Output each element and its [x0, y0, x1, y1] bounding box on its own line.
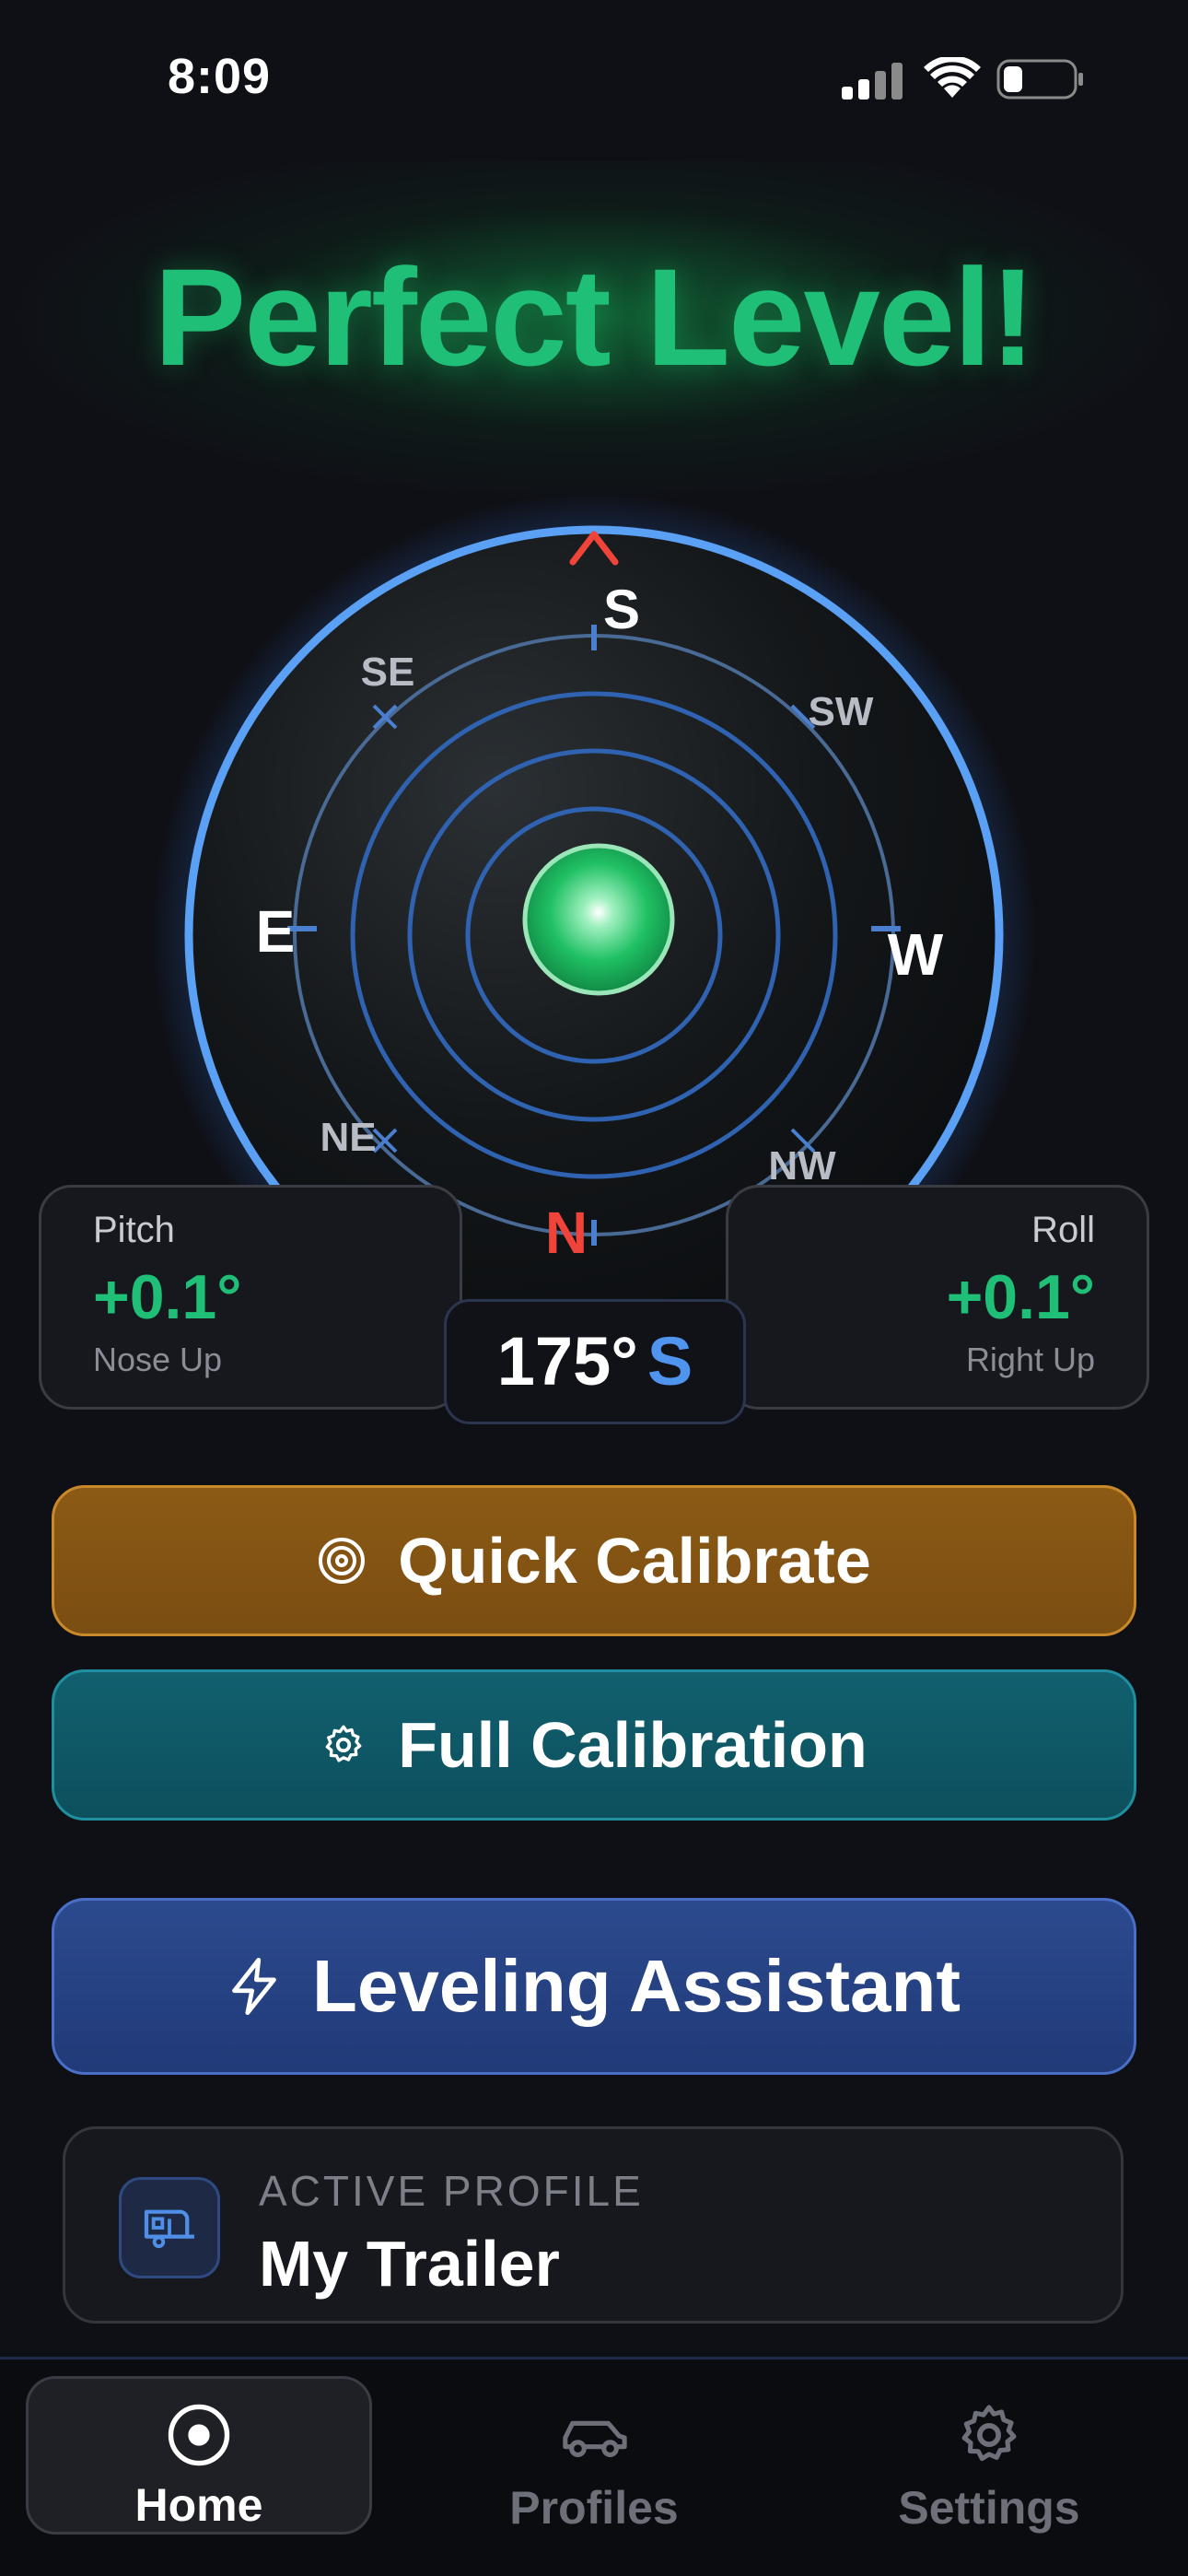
- full-calibration-label: Full Calibration: [398, 1709, 868, 1781]
- pitch-card: Pitch +0.1° Nose Up: [39, 1185, 462, 1410]
- tab-home[interactable]: Home: [26, 2376, 372, 2535]
- tab-profiles[interactable]: Profiles: [421, 2376, 767, 2535]
- active-profile-caption: ACTIVE PROFILE: [259, 2167, 644, 2215]
- active-profile-name: My Trailer: [259, 2228, 560, 2300]
- battery-icon: [996, 59, 1083, 100]
- pitch-value: +0.1°: [93, 1262, 242, 1332]
- tab-settings-label: Settings: [898, 2482, 1080, 2534]
- tab-bar: Home Profiles Settings: [0, 2357, 1188, 2576]
- full-calibration-button[interactable]: Full Calibration: [52, 1669, 1136, 1821]
- profile-icon-box: [119, 2177, 220, 2278]
- car-icon: [563, 2420, 627, 2457]
- status-time: 8:09: [168, 49, 272, 104]
- roll-direction: Right Up: [965, 1341, 1095, 1378]
- level-status-headline: Perfect Level!: [154, 240, 1036, 394]
- heading-degrees: 175°: [496, 1323, 638, 1399]
- target-icon: [319, 1538, 366, 1584]
- roll-value: +0.1°: [946, 1262, 1095, 1332]
- gear-icon: [325, 1725, 362, 1762]
- leveling-assistant-button[interactable]: Leveling Assistant: [52, 1898, 1136, 2075]
- tab-home-label: Home: [134, 2479, 263, 2531]
- heading-readout: 175° S: [444, 1299, 746, 1424]
- dir-label-e: E: [256, 898, 296, 965]
- dir-label-s: S: [603, 579, 640, 640]
- heading-direction: S: [646, 1323, 693, 1399]
- lightning-icon: [232, 1958, 276, 2015]
- active-profile-card[interactable]: ACTIVE PROFILE My Trailer: [63, 2126, 1124, 2324]
- dir-label-se: SE: [361, 650, 415, 695]
- dir-label-ne: NE: [320, 1115, 376, 1160]
- app-screen: 8:09 Perfect Level! S SW W NW N NE E SE …: [0, 0, 1188, 2576]
- dir-label-n: N: [545, 1200, 588, 1266]
- status-bar: 8:09: [0, 0, 1188, 157]
- quick-calibrate-label: Quick Calibrate: [398, 1525, 871, 1597]
- tab-settings[interactable]: Settings: [816, 2376, 1162, 2535]
- dir-label-sw: SW: [809, 689, 874, 734]
- roll-card: Roll +0.1° Right Up: [726, 1185, 1149, 1410]
- quick-calibrate-button[interactable]: Quick Calibrate: [52, 1485, 1136, 1636]
- level-bubble: [522, 843, 675, 996]
- signal-icon: [842, 63, 903, 100]
- trailer-icon: [144, 2209, 194, 2249]
- roll-label: Roll: [1031, 1210, 1095, 1250]
- dir-label-w: W: [888, 921, 944, 988]
- home-target-icon: [168, 2404, 230, 2466]
- tab-profiles-label: Profiles: [509, 2482, 679, 2534]
- gear-icon: [961, 2405, 1017, 2462]
- pitch-label: Pitch: [93, 1210, 175, 1250]
- leveling-assistant-label: Leveling Assistant: [312, 1945, 961, 2027]
- dir-label-nw: NW: [768, 1143, 836, 1188]
- pitch-direction: Nose Up: [93, 1341, 223, 1378]
- wifi-icon: [924, 57, 981, 98]
